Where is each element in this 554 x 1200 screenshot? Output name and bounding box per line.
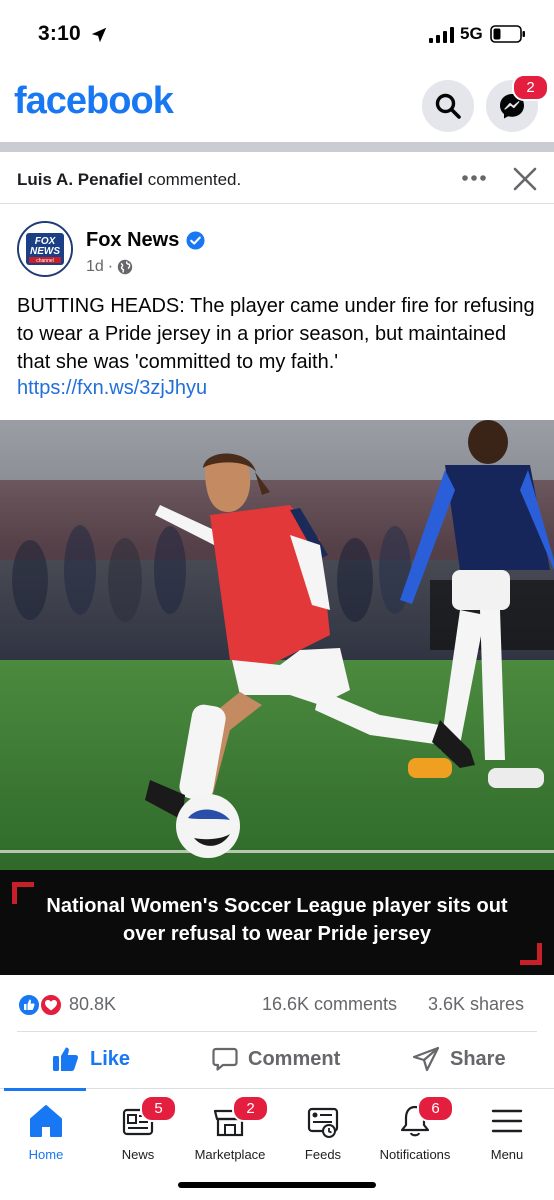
close-icon[interactable] [512, 166, 538, 192]
comment-button[interactable]: Comment [212, 1046, 340, 1072]
more-options-icon[interactable] [460, 168, 488, 188]
status-bar: 3:10 5G [0, 0, 554, 66]
messenger-badge: 2 [512, 74, 549, 101]
app-header: facebook [0, 66, 554, 142]
like-thumb-icon [53, 1047, 79, 1071]
facebook-logo[interactable]: facebook [14, 80, 174, 123]
like-reaction-icon [17, 993, 41, 1017]
nav-feeds-label: Feeds [304, 1147, 342, 1162]
reaction-count: 80.8K [69, 994, 117, 1014]
caption-text: National Women's Soccer League player si… [46, 895, 508, 945]
share-count[interactable]: 3.6K shares [428, 994, 524, 1015]
nav-feeds[interactable]: Feeds [273, 1101, 373, 1181]
news-badge: 5 [140, 1095, 177, 1122]
globe-icon [117, 259, 133, 275]
logo-news-text: NEWS [30, 246, 60, 257]
post-link[interactable]: https://fxn.ws/3zjJhyu [17, 377, 207, 400]
nav-marketplace-label: Marketplace [194, 1147, 266, 1162]
status-time: 3:10 [38, 22, 81, 45]
post-text: BUTTING HEADS: The player came under fir… [17, 295, 535, 373]
location-arrow-icon [91, 27, 107, 43]
like-label: Like [90, 1047, 131, 1070]
author-name[interactable]: Fox News [86, 229, 179, 252]
nav-news-label: News [121, 1147, 155, 1162]
fox-news-avatar[interactable]: FOX NEWS channel [17, 221, 73, 277]
home-icon [30, 1105, 62, 1137]
activity-name[interactable]: Luis A. Penafiel [17, 170, 143, 189]
signal-icon [429, 27, 454, 43]
logo-channel-text: channel [36, 258, 54, 264]
home-gesture-bar[interactable] [178, 1182, 376, 1188]
search-icon [435, 93, 461, 119]
battery-icon [490, 25, 525, 43]
menu-icon [491, 1109, 523, 1133]
soccer-player-image [0, 420, 554, 870]
love-reaction-icon [39, 993, 63, 1017]
fox-news-logo: FOX NEWS channel [19, 223, 71, 275]
nav-menu[interactable]: Menu [457, 1101, 554, 1181]
like-button[interactable]: Like [52, 1046, 130, 1072]
post-time[interactable]: 1d [86, 258, 104, 276]
active-tab-indicator [4, 1088, 86, 1091]
feeds-icon [307, 1107, 339, 1138]
feed-separator [0, 142, 554, 152]
nav-home[interactable]: Home [0, 1101, 96, 1181]
reaction-icons [17, 993, 63, 1017]
post-photo[interactable] [0, 420, 554, 870]
link-caption[interactable]: National Women's Soccer League player si… [0, 870, 554, 975]
share-button[interactable]: Share [412, 1046, 506, 1072]
nav-menu-label: Menu [490, 1147, 524, 1162]
notifications-badge: 6 [417, 1095, 454, 1122]
post-actions: Like Comment Share [0, 1036, 554, 1088]
share-icon [412, 1046, 440, 1072]
post-author: Fox News [86, 229, 205, 252]
meta-dot: · [107, 258, 114, 275]
reactions-divider [17, 1031, 537, 1032]
activity-action: commented. [142, 170, 242, 189]
activity-text: Luis A. Penafiel commented. [17, 170, 241, 190]
share-label: Share [450, 1047, 506, 1070]
comment-label: Comment [248, 1047, 341, 1070]
nav-notifications-label: Notifications [379, 1147, 451, 1162]
marketplace-badge: 2 [232, 1095, 269, 1122]
reactions-bar[interactable]: 80.8K 16.6K comments 3.6K shares [0, 986, 554, 1026]
comment-count[interactable]: 16.6K comments [262, 994, 397, 1015]
nav-home-label: Home [28, 1147, 64, 1162]
verified-icon [186, 231, 205, 250]
search-button[interactable] [422, 80, 474, 132]
comment-icon [212, 1047, 238, 1071]
activity-header: Luis A. Penafiel commented. [0, 152, 554, 204]
network-label: 5G [460, 24, 483, 43]
caption-corner-bottom-right [520, 943, 542, 965]
post-meta: 1d · [86, 258, 133, 276]
